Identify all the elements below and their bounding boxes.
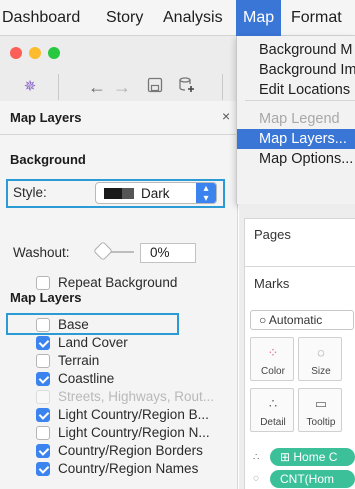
layer-label: Base — [58, 317, 89, 332]
detail-label: Detail — [260, 417, 286, 428]
layer-checkbox[interactable] — [36, 444, 50, 458]
color-button[interactable]: ⁘ Color — [250, 337, 294, 381]
repeat-background-checkbox[interactable] — [36, 276, 50, 290]
home-country-pill[interactable]: ⊞ Home C — [270, 448, 355, 466]
menu-separator — [245, 100, 355, 101]
style-label: Style: — [13, 185, 47, 200]
layer-label: Coastline — [58, 371, 115, 386]
detail-dots-icon: ∴ — [268, 396, 278, 411]
layer-checkbox[interactable] — [36, 336, 50, 350]
close-panel-button[interactable]: × — [222, 108, 230, 124]
washout-label: Washout: — [13, 245, 70, 260]
menu-dashboard[interactable]: Dashboard — [2, 0, 80, 36]
panel-title: Map Layers — [10, 110, 82, 125]
menu-item-background-images[interactable]: Background Im — [237, 60, 355, 80]
style-select-value: Dark — [141, 186, 170, 201]
size-button[interactable]: ◌ Size — [298, 337, 342, 381]
menu-item-background-maps[interactable]: Background M — [237, 40, 355, 60]
map-menu-dropdown: Background M Background Im Edit Location… — [236, 36, 355, 204]
back-arrow-icon[interactable]: ← — [86, 76, 108, 98]
detail-button[interactable]: ∴ Detail — [250, 388, 294, 432]
layer-checkbox[interactable] — [36, 372, 50, 386]
size-label: Size — [311, 366, 331, 377]
menu-item-map-legend: Map Legend — [259, 111, 340, 127]
layer-label: Streets, Highways, Rout... — [58, 389, 215, 404]
menu-item-map-layers[interactable]: Map Layers... — [237, 129, 355, 149]
washout-input[interactable]: 0% — [140, 243, 196, 263]
layer-label: Light Country/Region N... — [58, 425, 210, 440]
tooltip-icon: ▭ — [314, 396, 328, 411]
menu-item-edit-locations[interactable]: Edit Locations — [237, 80, 355, 100]
tooltip-button[interactable]: ▭ Tooltip — [298, 388, 342, 432]
menu-map[interactable]: Map — [236, 0, 282, 36]
layer-checkbox[interactable] — [36, 462, 50, 476]
layer-label: Light Country/Region B... — [58, 407, 209, 422]
pages-title: Pages — [254, 227, 291, 242]
zoom-window-button[interactable] — [48, 47, 60, 59]
toolbar-divider — [58, 74, 59, 100]
chevron-updown-icon: ▴ ▾ — [196, 183, 216, 204]
repeat-background-label: Repeat Background — [58, 275, 178, 290]
dark-swatch — [104, 188, 134, 199]
menu-bar: Dashboard Story Analysis Map Format — [0, 0, 355, 36]
mark-type-value: Automatic — [268, 313, 323, 327]
layer-label: Land Cover — [58, 335, 128, 350]
color-dots-icon: ⁘ — [267, 345, 279, 360]
layer-label: Terrain — [58, 353, 100, 368]
layer-checkbox — [36, 390, 50, 404]
layer-checkbox[interactable] — [36, 408, 50, 422]
menu-story[interactable]: Story — [106, 0, 143, 36]
menu-analysis[interactable]: Analysis — [163, 0, 223, 36]
close-window-button[interactable] — [10, 47, 22, 59]
background-section-heading: Background — [10, 152, 86, 167]
size-icon: ◌ — [317, 345, 325, 360]
menu-format[interactable]: Format — [291, 0, 342, 36]
layer-checkbox[interactable] — [36, 426, 50, 440]
panel-header-divider — [0, 134, 238, 135]
layer-checkbox[interactable] — [36, 318, 50, 332]
add-datasource-icon[interactable] — [176, 76, 198, 98]
count-home-pill[interactable]: CNT(Hom — [270, 470, 355, 488]
tableau-logo-icon[interactable]: ✵ — [19, 76, 41, 98]
map-layers-section-heading: Map Layers — [10, 290, 82, 305]
style-select[interactable]: Dark ▴ ▾ — [95, 182, 217, 204]
menu-item-map-options[interactable]: Map Options... — [237, 149, 355, 169]
detail-dots-icon: ∴ — [253, 452, 260, 463]
toolbar-divider-2 — [222, 74, 223, 100]
minimize-window-button[interactable] — [29, 47, 41, 59]
size-icon: ◌ — [253, 473, 259, 484]
layer-label: Country/Region Names — [58, 461, 199, 476]
mark-type-select[interactable]: ○ Automatic — [250, 310, 354, 330]
radio-icon: ○ — [259, 313, 269, 327]
forward-arrow-icon[interactable]: → — [111, 76, 133, 98]
tooltip-label: Tooltip — [306, 417, 336, 428]
marks-title: Marks — [254, 276, 290, 291]
color-label: Color — [261, 366, 285, 377]
save-icon[interactable] — [144, 76, 166, 98]
layer-checkbox[interactable] — [36, 354, 50, 368]
layer-label: Country/Region Borders — [58, 443, 203, 458]
